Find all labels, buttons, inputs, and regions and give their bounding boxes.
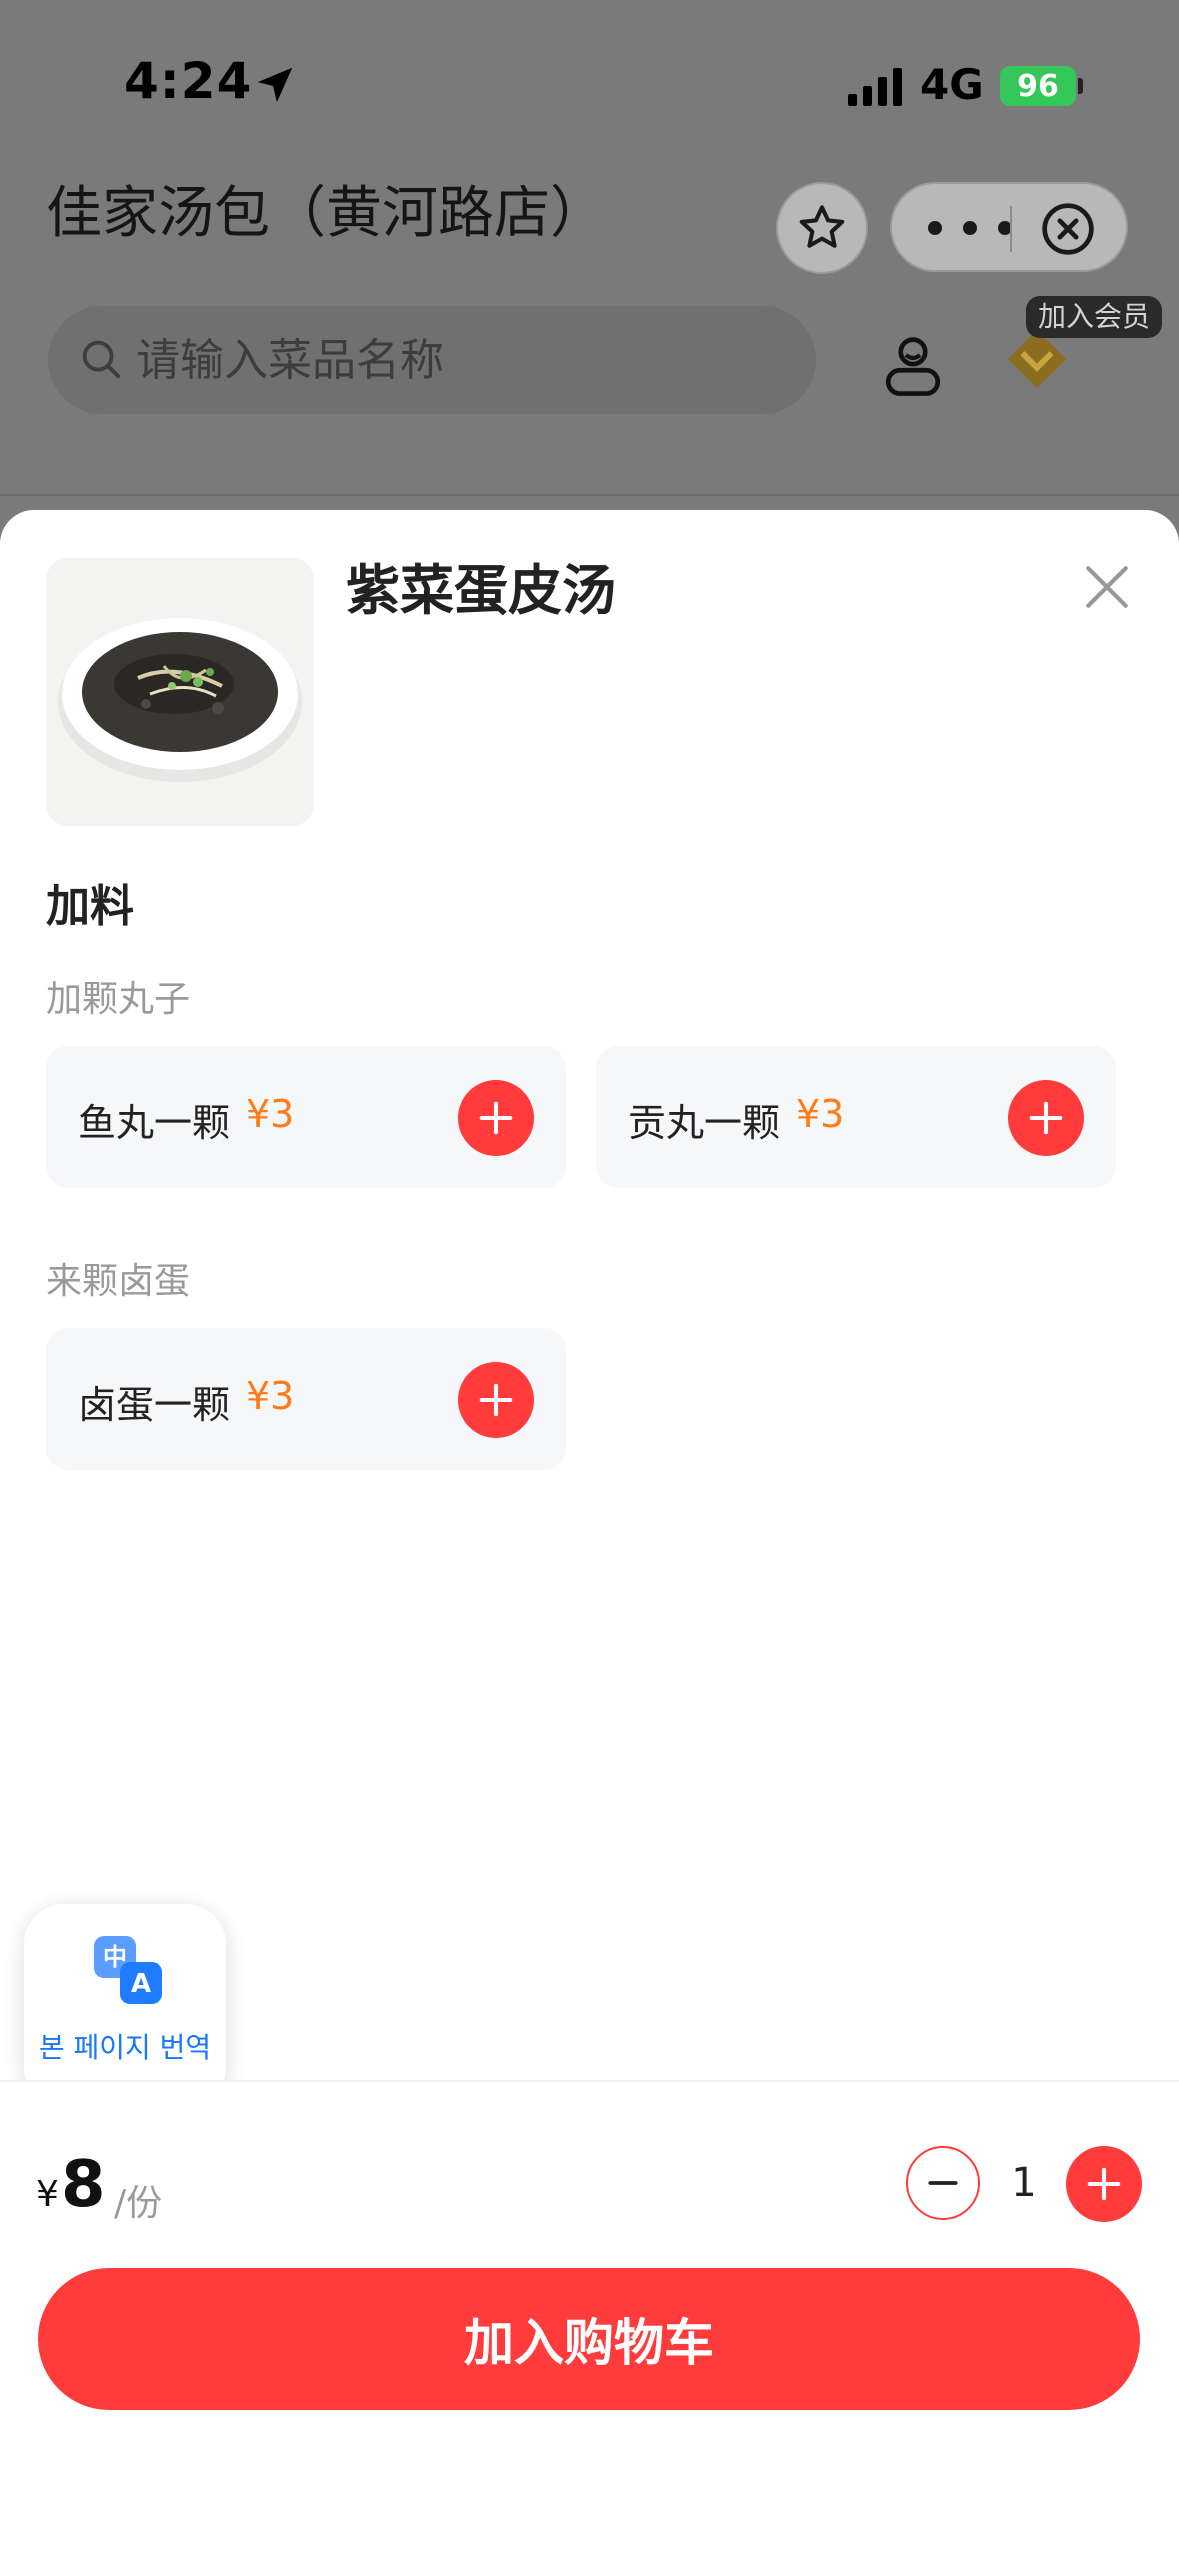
- translate-icon: 中 A: [94, 1936, 162, 2004]
- addon-option-price: ¥3: [246, 1374, 295, 1418]
- battery-icon: 96: [1000, 66, 1076, 106]
- battery-level: 96: [1017, 68, 1059, 104]
- plus-icon: [479, 1101, 513, 1135]
- background-page: 4:24 4G 96 佳家汤包（黄河路店） 请输入菜品名称 加入会员: [0, 0, 1179, 520]
- store-title: 佳家汤包（黄河路店）: [46, 181, 606, 246]
- search-input[interactable]: [136, 328, 796, 392]
- quantity-decrease-button[interactable]: [906, 2146, 980, 2220]
- minus-icon: [928, 2181, 958, 2185]
- price-value: 8: [61, 2148, 106, 2222]
- add-option-button[interactable]: [1008, 1080, 1084, 1156]
- search-bar[interactable]: [48, 306, 816, 414]
- translate-page-button[interactable]: 中 A 본 페이지 번역: [24, 1904, 226, 2108]
- addon-group-label: 加颗丸子: [46, 979, 191, 1020]
- close-mini-program-icon[interactable]: [1040, 201, 1096, 257]
- add-option-button[interactable]: [458, 1362, 534, 1438]
- plus-icon: [1029, 1101, 1063, 1135]
- more-dot-icon: [963, 221, 977, 235]
- translate-icon-top-glyph: 中: [103, 1943, 127, 1971]
- header-divider: [0, 494, 1179, 496]
- signal-icon: [848, 68, 902, 106]
- join-member-tag[interactable]: 加入会员: [1026, 296, 1163, 338]
- add-option-button[interactable]: [458, 1080, 534, 1156]
- app-root: 4:24 4G 96 佳家汤包（黄河路店） 请输入菜品名称 加入会员 紫菜蛋皮汤…: [0, 0, 1179, 2556]
- location-arrow-icon: [257, 67, 293, 103]
- quantity-increase-button[interactable]: [1066, 2146, 1142, 2222]
- addon-option-name: 卤蛋一颗: [78, 1383, 231, 1427]
- status-time: 4:24: [124, 52, 253, 110]
- more-dot-icon: [928, 221, 942, 235]
- network-label: 4G: [920, 60, 984, 109]
- addon-option-name: 鱼丸一颗: [78, 1101, 231, 1145]
- dish-name: 紫菜蛋皮汤: [346, 559, 616, 622]
- more-menu-button[interactable]: [928, 210, 1012, 246]
- quantity-value: 1: [1011, 2160, 1037, 2206]
- translate-icon-bottom-glyph: A: [131, 1969, 151, 1999]
- search-icon: [82, 340, 121, 379]
- price-unit: /份: [114, 2183, 163, 2224]
- addon-option-name: 贡丸一颗: [628, 1101, 781, 1145]
- user-profile-icon[interactable]: [878, 330, 948, 400]
- favorite-button[interactable]: [776, 182, 868, 274]
- mini-program-capsule: [890, 182, 1128, 272]
- addons-section-title: 加料: [46, 881, 134, 932]
- addon-group-label: 来颗卤蛋: [46, 1261, 191, 1302]
- star-icon: [799, 205, 845, 248]
- close-icon[interactable]: [1082, 562, 1132, 612]
- addon-option-card[interactable]: 卤蛋一颗 ¥3: [46, 1328, 566, 1470]
- plus-icon: [1087, 2167, 1121, 2201]
- addon-option-price: ¥3: [246, 1092, 295, 1136]
- capsule-divider: [1010, 206, 1012, 252]
- battery-tip: [1078, 78, 1083, 94]
- addon-option-card[interactable]: 鱼丸一颗 ¥3: [46, 1046, 566, 1188]
- add-to-cart-button[interactable]: 加入购物车: [38, 2268, 1140, 2410]
- price-currency: ¥: [36, 2174, 59, 2215]
- order-bar: ¥ 8 /份 1 加入购物车: [0, 2080, 1179, 2556]
- seaweed-soup-image: [46, 558, 314, 826]
- plus-icon: [479, 1383, 513, 1417]
- addon-option-card[interactable]: 贡丸一颗 ¥3: [596, 1046, 1116, 1188]
- translate-label: 본 페이지 번역: [38, 2031, 212, 2064]
- dish-image: [46, 558, 314, 826]
- addon-option-price: ¥3: [796, 1092, 845, 1136]
